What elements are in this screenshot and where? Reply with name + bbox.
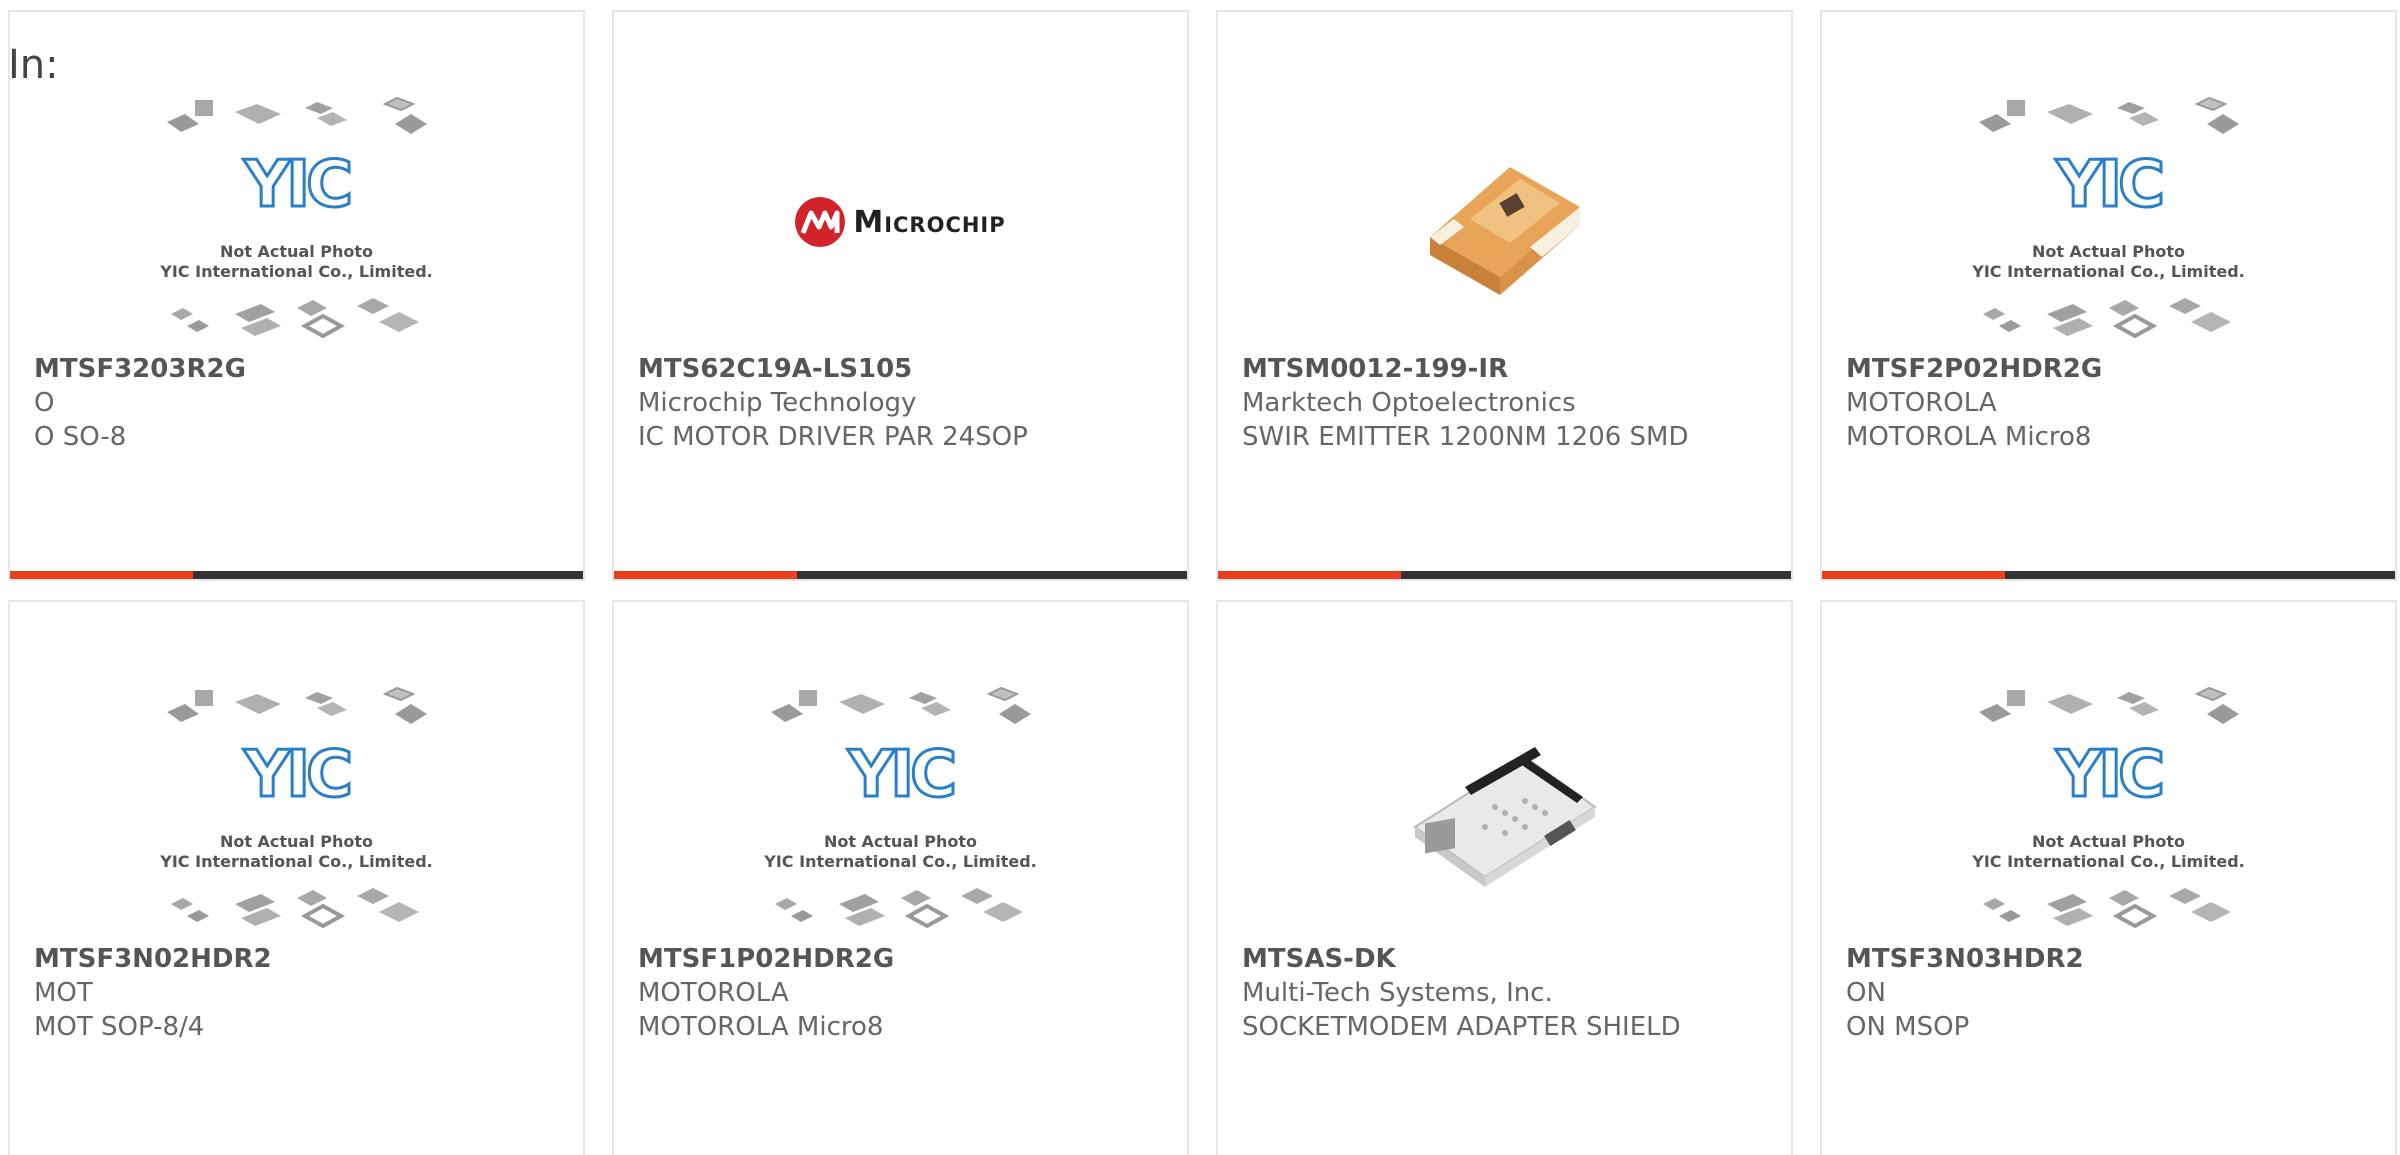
chip-packages-icon (1978, 96, 2239, 134)
chip-packages-icon (170, 888, 419, 929)
chip-packages-icon (770, 686, 1031, 724)
chip-packages-icon (166, 686, 427, 724)
manufacturer: MOT (34, 978, 93, 1008)
part-number[interactable]: MTSF3203R2G (34, 352, 559, 386)
product-card[interactable]: YIC Not Actual Photo YIC International C… (1820, 10, 2397, 581)
manufacturer: ON (1846, 978, 1886, 1008)
product-image[interactable]: YIC Not Actual Photo YIC International C… (10, 92, 583, 352)
description: MOTOROLA Micro8 (1846, 422, 2092, 452)
yic-logo: YIC (2054, 738, 2166, 812)
product-info: MTSF3203R2G O O SO-8 (34, 352, 559, 454)
not-actual-photo-note: Not Actual Photo YIC International Co., … (1972, 832, 2245, 871)
product-image[interactable] (1218, 682, 1791, 942)
description: SOCKETMODEM ADAPTER SHIELD (1242, 1012, 1681, 1042)
product-card[interactable]: YIC Not Actual Photo YIC International C… (8, 600, 585, 1155)
product-info: MTSF3N02HDR2 MOT MOT SOP-8/4 (34, 942, 559, 1044)
chip-packages-icon (1978, 686, 2239, 724)
card-accent-bar (614, 571, 797, 579)
microchip-logo: Microchip (795, 197, 1005, 247)
part-number[interactable]: MTSM0012-199-IR (1242, 352, 1767, 386)
product-image[interactable]: YIC Not Actual Photo YIC International C… (10, 682, 583, 942)
product-image[interactable] (1218, 92, 1791, 352)
description: O SO-8 (34, 422, 127, 452)
card-bottom-bar (1218, 571, 1791, 579)
card-accent-bar (1218, 571, 1401, 579)
product-image[interactable]: YIC Not Actual Photo YIC International C… (1822, 92, 2395, 352)
manufacturer: O (34, 388, 55, 418)
card-bottom-bar (1822, 571, 2395, 579)
part-number[interactable]: MTS62C19A-LS105 (638, 352, 1163, 386)
yic-logo: YIC (846, 738, 958, 812)
manufacturer: Microchip Technology (638, 388, 917, 418)
part-number[interactable]: MTSF3N03HDR2 (1846, 942, 2371, 976)
product-info: MTS62C19A-LS105 Microchip Technology IC … (638, 352, 1163, 454)
part-number[interactable]: MTSF1P02HDR2G (638, 942, 1163, 976)
product-info: MTSM0012-199-IR Marktech Optoelectronics… (1242, 352, 1767, 454)
adapter-board-photo (1412, 747, 1597, 887)
part-number[interactable]: MTSF2P02HDR2G (1846, 352, 2371, 386)
not-actual-photo-note: Not Actual Photo YIC International Co., … (160, 242, 433, 281)
yic-placeholder-image: YIC Not Actual Photo YIC International C… (1969, 682, 2249, 942)
product-info: MTSF3N03HDR2 ON ON MSOP (1846, 942, 2371, 1044)
description: MOT SOP-8/4 (34, 1012, 205, 1042)
yic-logo: YIC (242, 148, 354, 222)
led-component-photo (1429, 167, 1580, 295)
product-info: MTSF1P02HDR2G MOTOROLA MOTOROLA Micro8 (638, 942, 1163, 1044)
product-grid-page: In: YIC Not Actual Photo YIC Internation… (0, 0, 2400, 1155)
manufacturer: MOTOROLA (1846, 388, 1997, 418)
product-card[interactable]: Microchip MTS62C19A-LS105 Microchip Tech… (612, 10, 1189, 581)
yic-logo: YIC (2054, 148, 2166, 222)
yic-placeholder-image: YIC Not Actual Photo YIC International C… (157, 92, 437, 352)
microchip-logo-icon (795, 197, 846, 247)
part-number[interactable]: MTSAS-DK (1242, 942, 1767, 976)
not-actual-photo-note: Not Actual Photo YIC International Co., … (160, 832, 433, 871)
chip-packages-icon (166, 96, 427, 134)
product-info: MTSAS-DK Multi-Tech Systems, Inc. SOCKET… (1242, 942, 1767, 1044)
product-card[interactable]: YIC Not Actual Photo YIC International C… (612, 600, 1189, 1155)
description: MOTOROLA Micro8 (638, 1012, 884, 1042)
manufacturer: Multi-Tech Systems, Inc. (1242, 978, 1553, 1008)
card-accent-bar (1822, 571, 2005, 579)
yic-logo: YIC (242, 738, 354, 812)
chip-packages-icon (1982, 298, 2231, 339)
chip-packages-icon (170, 298, 419, 339)
manufacturer: Marktech Optoelectronics (1242, 388, 1576, 418)
product-image[interactable]: YIC Not Actual Photo YIC International C… (614, 682, 1187, 942)
chip-packages-icon (774, 888, 1023, 929)
description: SWIR EMITTER 1200NM 1206 SMD (1242, 422, 1689, 452)
product-card[interactable]: MTSAS-DK Multi-Tech Systems, Inc. SOCKET… (1216, 600, 1793, 1155)
product-image[interactable]: YIC Not Actual Photo YIC International C… (1822, 682, 2395, 942)
manufacturer: MOTOROLA (638, 978, 789, 1008)
description: IC MOTOR DRIVER PAR 24SOP (638, 422, 1028, 452)
product-card[interactable]: YIC Not Actual Photo YIC International C… (1820, 600, 2397, 1155)
yic-placeholder-image: YIC Not Actual Photo YIC International C… (1969, 92, 2249, 352)
description: ON MSOP (1846, 1012, 1970, 1042)
product-info: MTSF2P02HDR2G MOTOROLA MOTOROLA Micro8 (1846, 352, 2371, 454)
yic-placeholder-image: YIC Not Actual Photo YIC International C… (761, 682, 1041, 942)
card-bottom-bar (614, 571, 1187, 579)
product-card[interactable]: YIC Not Actual Photo YIC International C… (8, 10, 585, 581)
yic-placeholder-image: YIC Not Actual Photo YIC International C… (157, 682, 437, 942)
in-label: In: (8, 42, 59, 88)
not-actual-photo-note: Not Actual Photo YIC International Co., … (1972, 242, 2245, 281)
chip-packages-icon (1982, 888, 2231, 929)
microchip-logo-text: Microchip (853, 204, 1006, 240)
card-accent-bar (10, 571, 193, 579)
card-bottom-bar (10, 571, 583, 579)
not-actual-photo-note: Not Actual Photo YIC International Co., … (764, 832, 1037, 871)
part-number[interactable]: MTSF3N02HDR2 (34, 942, 559, 976)
product-image[interactable]: Microchip (614, 92, 1187, 352)
product-card[interactable]: MTSM0012-199-IR Marktech Optoelectronics… (1216, 10, 1793, 581)
